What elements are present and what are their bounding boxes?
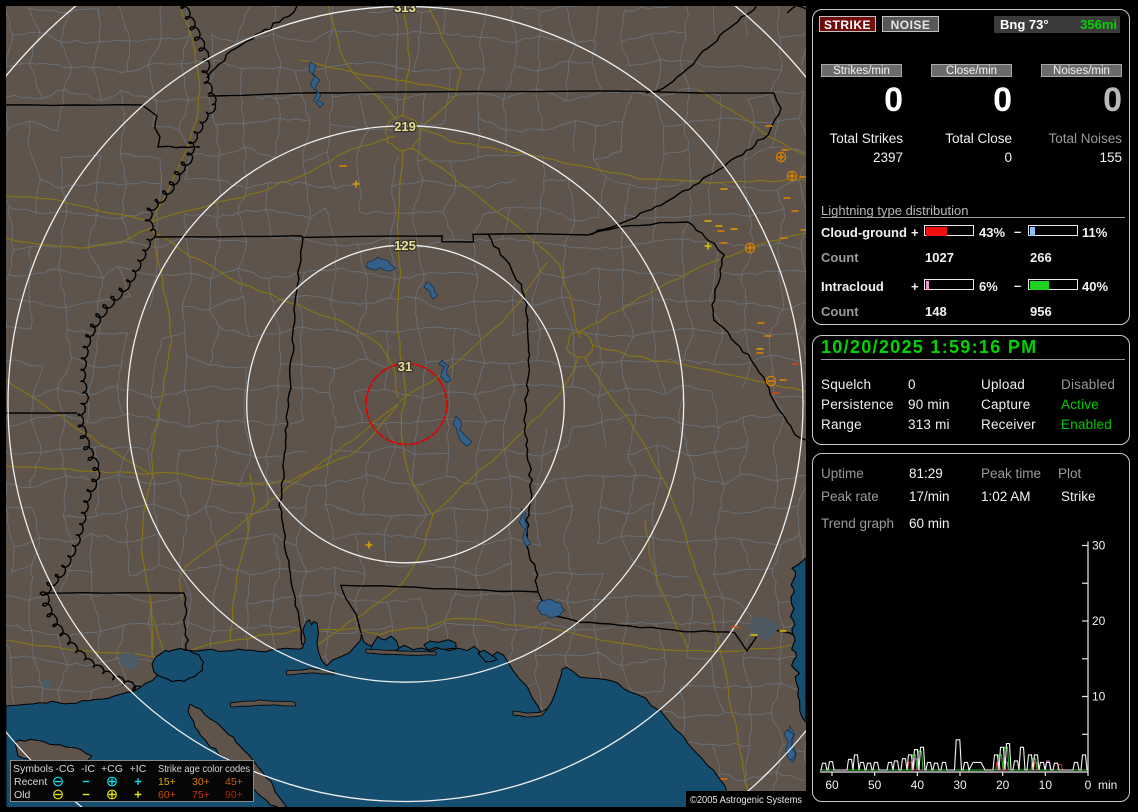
svg-text:-CG: -CG: [55, 763, 74, 775]
svg-text:90+: 90+: [225, 789, 243, 801]
svg-text:10: 10: [1039, 778, 1053, 792]
svg-text:Symbols: Symbols: [13, 763, 53, 775]
svg-text:10: 10: [1092, 690, 1106, 704]
svg-text:50: 50: [868, 778, 882, 792]
svg-text:20: 20: [1092, 614, 1106, 628]
svg-text:125: 125: [394, 238, 416, 253]
svg-text:30: 30: [1092, 539, 1106, 553]
svg-text:75+: 75+: [192, 789, 210, 801]
svg-text:©2005 Astrogenic Systems: ©2005 Astrogenic Systems: [690, 794, 802, 806]
svg-text:40: 40: [911, 778, 925, 792]
svg-text:30: 30: [953, 778, 967, 792]
svg-text:+IC: +IC: [130, 763, 147, 775]
svg-text:219: 219: [394, 119, 416, 134]
svg-text:31: 31: [398, 359, 412, 374]
svg-text:+CG: +CG: [101, 763, 123, 775]
svg-text:min: min: [1098, 778, 1117, 792]
svg-text:15+: 15+: [158, 776, 176, 788]
svg-text:45+: 45+: [225, 776, 243, 788]
svg-text:60+: 60+: [158, 789, 176, 801]
svg-text:20: 20: [996, 778, 1010, 792]
svg-text:Strike age color codes: Strike age color codes: [158, 763, 250, 775]
svg-text:-IC: -IC: [81, 763, 95, 775]
svg-text:60: 60: [825, 778, 839, 792]
svg-text:Recent: Recent: [14, 776, 47, 788]
svg-text:30+: 30+: [192, 776, 210, 788]
svg-text:0: 0: [1085, 778, 1092, 792]
svg-text:Old: Old: [14, 789, 31, 801]
